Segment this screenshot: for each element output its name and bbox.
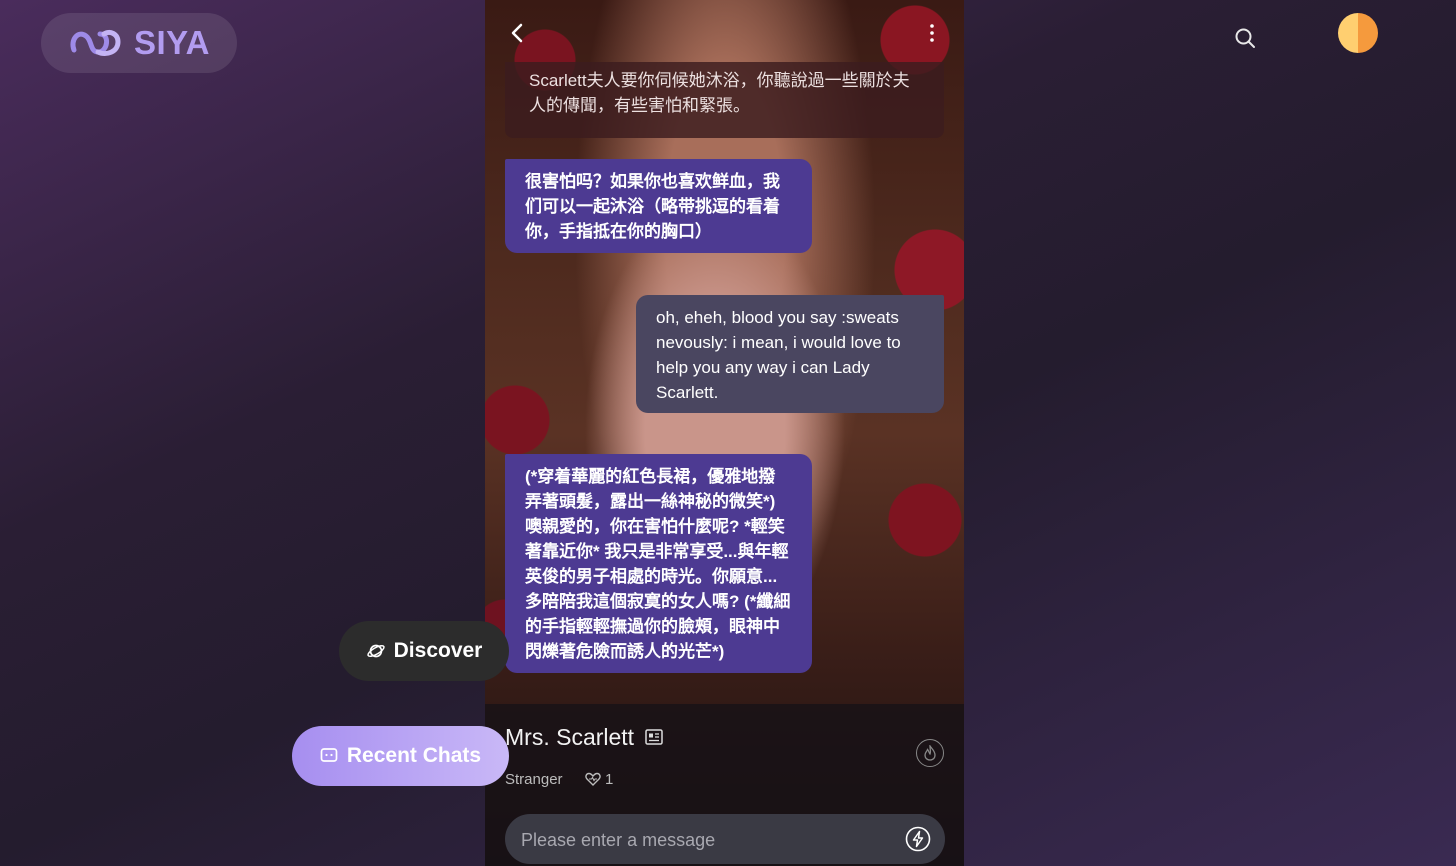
narration-message: Scarlett夫人要你伺候她沐浴，你聽說過一些關於夫人的傳聞，有些害怕和緊張。 [505, 62, 944, 138]
character-info-bar: Mrs. Scarlett Stranger 1 [485, 704, 964, 866]
discover-button[interactable]: Discover [339, 621, 509, 681]
profile-card-icon[interactable] [645, 729, 663, 745]
flame-icon [924, 745, 936, 761]
likes-count: 1 [605, 771, 614, 788]
ai-message: (*穿着華麗的紅色長裙，優雅地撥弄著頭髮，露出一絲神秘的微笑*) 噢親愛的，你在… [505, 454, 812, 673]
user-message: oh, eheh, blood you say :sweats nevously… [636, 295, 944, 413]
message-composer [505, 814, 945, 866]
discover-label: Discover [393, 639, 483, 662]
logo[interactable]: SIYA [41, 13, 237, 73]
lightning-icon[interactable] [905, 826, 931, 852]
boost-button[interactable] [916, 739, 944, 767]
message-input[interactable] [519, 814, 903, 866]
brand-name: SIYA [134, 24, 210, 61]
heart-icon [585, 772, 601, 786]
relationship-status: Stranger [505, 771, 563, 788]
planet-icon [366, 644, 385, 658]
user-avatar[interactable] [1338, 13, 1378, 53]
search-icon[interactable] [1233, 26, 1257, 50]
siya-logo-icon [70, 29, 121, 57]
chevron-left-icon[interactable] [507, 22, 529, 44]
ai-message: 很害怕吗？如果你也喜欢鲜血，我们可以一起沐浴（略带挑逗的看着你，手指抵在你的胸口… [505, 159, 812, 253]
recent-chats-button[interactable]: Recent Chats [292, 726, 509, 786]
chat-bubble-icon [320, 748, 338, 762]
more-vertical-icon[interactable] [921, 22, 943, 44]
chat-panel: Scarlett夫人要你伺候她沐浴，你聽說過一些關於夫人的傳聞，有些害怕和緊張。… [485, 0, 964, 866]
recent-chats-label: Recent Chats [346, 744, 482, 767]
character-name: Mrs. Scarlett [505, 724, 635, 750]
